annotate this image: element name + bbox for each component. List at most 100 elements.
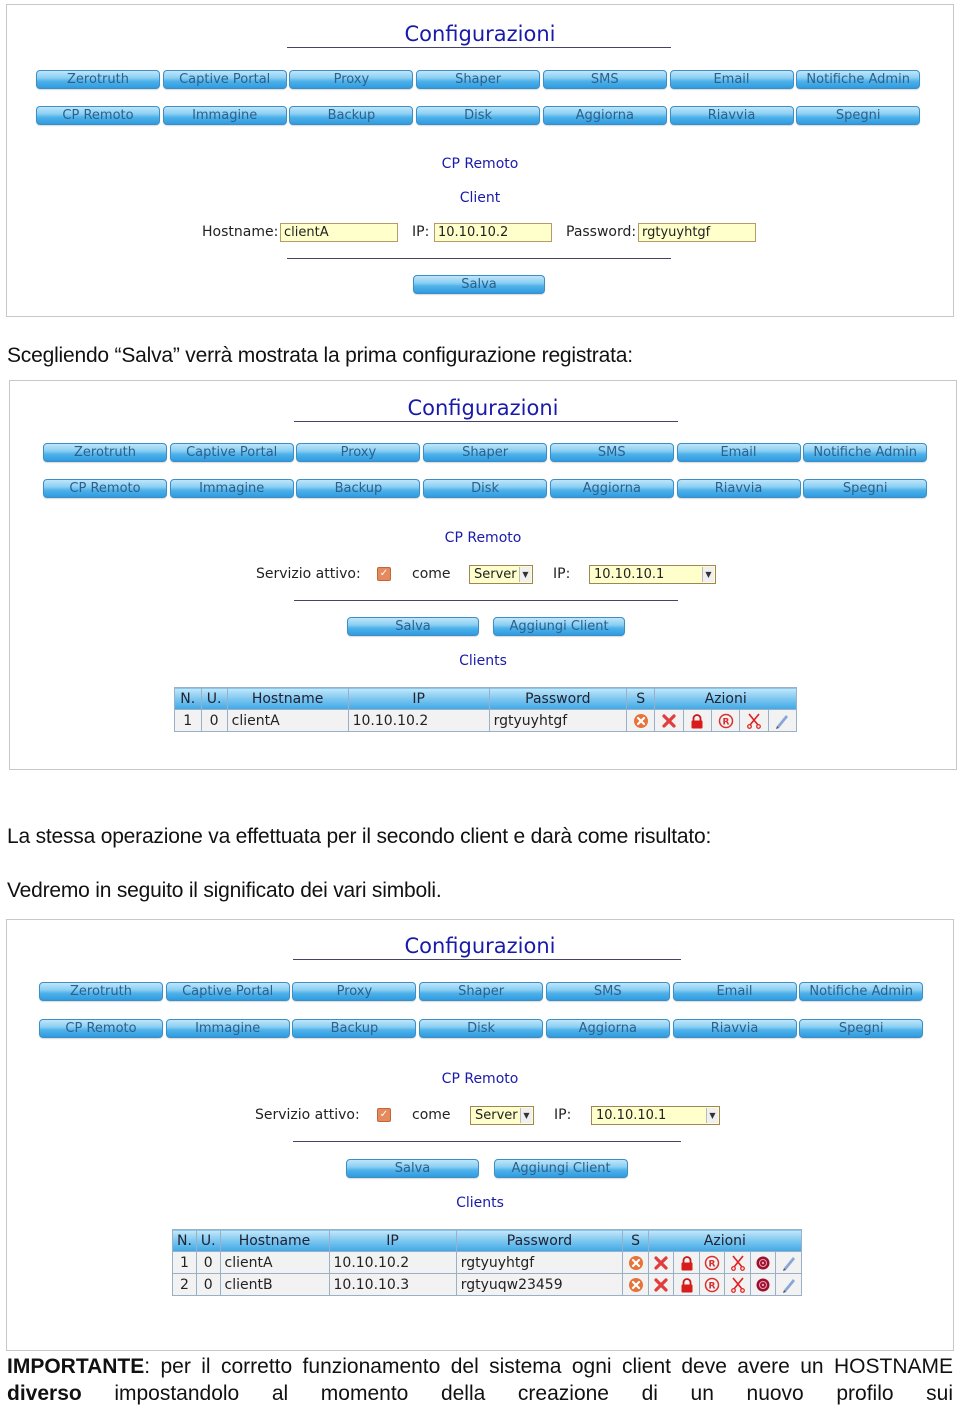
hostname-label: Hostname: xyxy=(202,224,279,240)
menu-button-cp-remoto[interactable]: CP Remoto xyxy=(36,106,160,125)
action-target-button[interactable] xyxy=(749,1251,777,1274)
menu-button-immagine[interactable]: Immagine xyxy=(165,1019,290,1038)
menu-button-backup[interactable]: Backup xyxy=(289,106,414,125)
divider xyxy=(287,258,671,259)
menu-button-sms[interactable]: SMS xyxy=(549,443,674,462)
paragraph-2: La stessa operazione va effettuata per i… xyxy=(7,825,712,848)
cell-ip: 10.10.10.3 xyxy=(328,1273,457,1296)
menu-button-spegni[interactable]: Spegni xyxy=(799,1019,924,1038)
menu-button-zerotruth[interactable]: Zerotruth xyxy=(43,443,167,462)
menu-button-captive-portal[interactable]: Captive Portal xyxy=(162,70,287,89)
cell-u: 0 xyxy=(195,1251,221,1274)
action-cut-button[interactable] xyxy=(724,1251,751,1274)
mode-select[interactable]: Server ▼ xyxy=(470,1106,534,1125)
column-header: S xyxy=(626,687,656,710)
menu-button-immagine[interactable]: Immagine xyxy=(169,479,294,498)
config-panel-two-clients: Configurazioni Zerotruth Captive Portal Pr… xyxy=(6,919,954,1351)
menu-button-notifiche-admin[interactable]: Notifiche Admin xyxy=(796,70,921,89)
action-delete-button[interactable] xyxy=(654,709,684,732)
menu-button-spegni[interactable]: Spegni xyxy=(803,479,928,498)
divider xyxy=(294,600,678,601)
column-header: S xyxy=(622,1229,649,1252)
action-cut-button[interactable] xyxy=(724,1273,751,1296)
add-client-button[interactable]: Aggiungi Client xyxy=(493,617,625,636)
menu-button-email[interactable]: Email xyxy=(676,443,801,462)
service-checkbox[interactable]: ✓ xyxy=(377,1108,391,1122)
action-delete-button[interactable] xyxy=(647,1251,675,1274)
action-lock-button[interactable] xyxy=(673,1251,700,1274)
save-button[interactable]: Salva xyxy=(413,275,545,294)
menu-button-riavvia[interactable]: Riavvia xyxy=(676,479,801,498)
menu-button-spegni[interactable]: Spegni xyxy=(796,106,921,125)
action-target-button[interactable] xyxy=(749,1273,777,1296)
hostname-input[interactable]: clientA xyxy=(280,223,398,242)
menu-button-shaper[interactable]: Shaper xyxy=(416,70,541,89)
svg-text:R: R xyxy=(709,1259,716,1269)
menu-button-backup[interactable]: Backup xyxy=(292,1019,417,1038)
divider xyxy=(293,959,681,960)
action-register-button[interactable]: R xyxy=(710,709,741,732)
section-title: CP Remoto xyxy=(441,156,519,172)
add-client-button[interactable]: Aggiungi Client xyxy=(494,1159,628,1178)
menu-button-riavvia[interactable]: Riavvia xyxy=(669,106,794,125)
password-input[interactable]: rgtyuyhtgf xyxy=(638,223,756,242)
menu-button-email[interactable]: Email xyxy=(672,982,797,1001)
menu-button-sms[interactable]: SMS xyxy=(545,982,670,1001)
save-button[interactable]: Salva xyxy=(347,617,479,636)
menu-button-cp-remoto[interactable]: CP Remoto xyxy=(43,479,167,498)
menu-button-notifiche-admin[interactable]: Notifiche Admin xyxy=(799,982,924,1001)
pencil-icon xyxy=(776,714,789,729)
column-header: U. xyxy=(200,687,228,710)
mode-select[interactable]: Server ▼ xyxy=(469,565,533,584)
action-register-button[interactable]: R xyxy=(698,1273,726,1296)
menu-button-disk[interactable]: Disk xyxy=(423,479,548,498)
cell-password: rgtyuyhtgf xyxy=(455,1251,624,1274)
ip-label: IP: xyxy=(412,224,430,240)
menu-button-proxy[interactable]: Proxy xyxy=(292,982,417,1001)
action-lock-button[interactable] xyxy=(673,1273,700,1296)
menu-button-backup[interactable]: Backup xyxy=(296,479,421,498)
menu-button-aggiorna[interactable]: Aggiorna xyxy=(542,106,667,125)
menu-button-sms[interactable]: SMS xyxy=(542,70,667,89)
menu-button-disk[interactable]: Disk xyxy=(419,1019,544,1038)
register-icon: R xyxy=(704,1277,720,1292)
menu-button-riavvia[interactable]: Riavvia xyxy=(672,1019,797,1038)
menu-button-captive-portal[interactable]: Captive Portal xyxy=(165,982,290,1001)
action-edit-button[interactable] xyxy=(775,1251,802,1274)
menu-button-notifiche-admin[interactable]: Notifiche Admin xyxy=(803,443,928,462)
menu-button-zerotruth[interactable]: Zerotruth xyxy=(36,70,160,89)
menu-button-zerotruth[interactable]: Zerotruth xyxy=(39,982,163,1001)
ip-select[interactable]: 10.10.10.1 ▼ xyxy=(589,565,716,584)
clients-title: Clients xyxy=(456,1195,504,1211)
action-register-button[interactable]: R xyxy=(698,1251,726,1274)
ip-input[interactable]: 10.10.10.2 xyxy=(434,223,552,242)
menu-button-immagine[interactable]: Immagine xyxy=(162,106,287,125)
menu-button-proxy[interactable]: Proxy xyxy=(289,70,414,89)
action-edit-button[interactable] xyxy=(767,709,798,732)
as-label: come xyxy=(412,1107,451,1123)
menu-button-disk[interactable]: Disk xyxy=(416,106,541,125)
action-edit-button[interactable] xyxy=(775,1273,802,1296)
clients-table: N. U. Hostname IP Password S Azioni 1 0 clientA 10… xyxy=(174,687,798,732)
menu-button-email[interactable]: Email xyxy=(669,70,794,89)
menu-button-shaper[interactable]: Shaper xyxy=(419,982,544,1001)
scissors-icon xyxy=(730,1276,745,1293)
menu-button-cp-remoto[interactable]: CP Remoto xyxy=(39,1019,163,1038)
action-lock-button[interactable] xyxy=(682,709,713,732)
column-header: N. xyxy=(174,687,202,710)
ip-value: 10.10.10.1 xyxy=(594,567,665,582)
lock-icon xyxy=(681,1255,693,1270)
menu-button-captive-portal[interactable]: Captive Portal xyxy=(169,443,294,462)
action-delete-button[interactable] xyxy=(647,1273,675,1296)
save-button[interactable]: Salva xyxy=(346,1159,479,1178)
menu-button-aggiorna[interactable]: Aggiorna xyxy=(549,479,674,498)
service-checkbox[interactable]: ✓ xyxy=(377,567,391,581)
cell-status xyxy=(626,709,656,732)
column-header: Hostname xyxy=(219,1229,330,1252)
table-header-row: N. U. Hostname IP Password S Azioni xyxy=(172,1229,803,1252)
ip-select[interactable]: 10.10.10.1 ▼ xyxy=(591,1106,720,1125)
menu-button-proxy[interactable]: Proxy xyxy=(296,443,421,462)
menu-button-aggiorna[interactable]: Aggiorna xyxy=(545,1019,670,1038)
menu-button-shaper[interactable]: Shaper xyxy=(423,443,548,462)
action-cut-button[interactable] xyxy=(739,709,769,732)
